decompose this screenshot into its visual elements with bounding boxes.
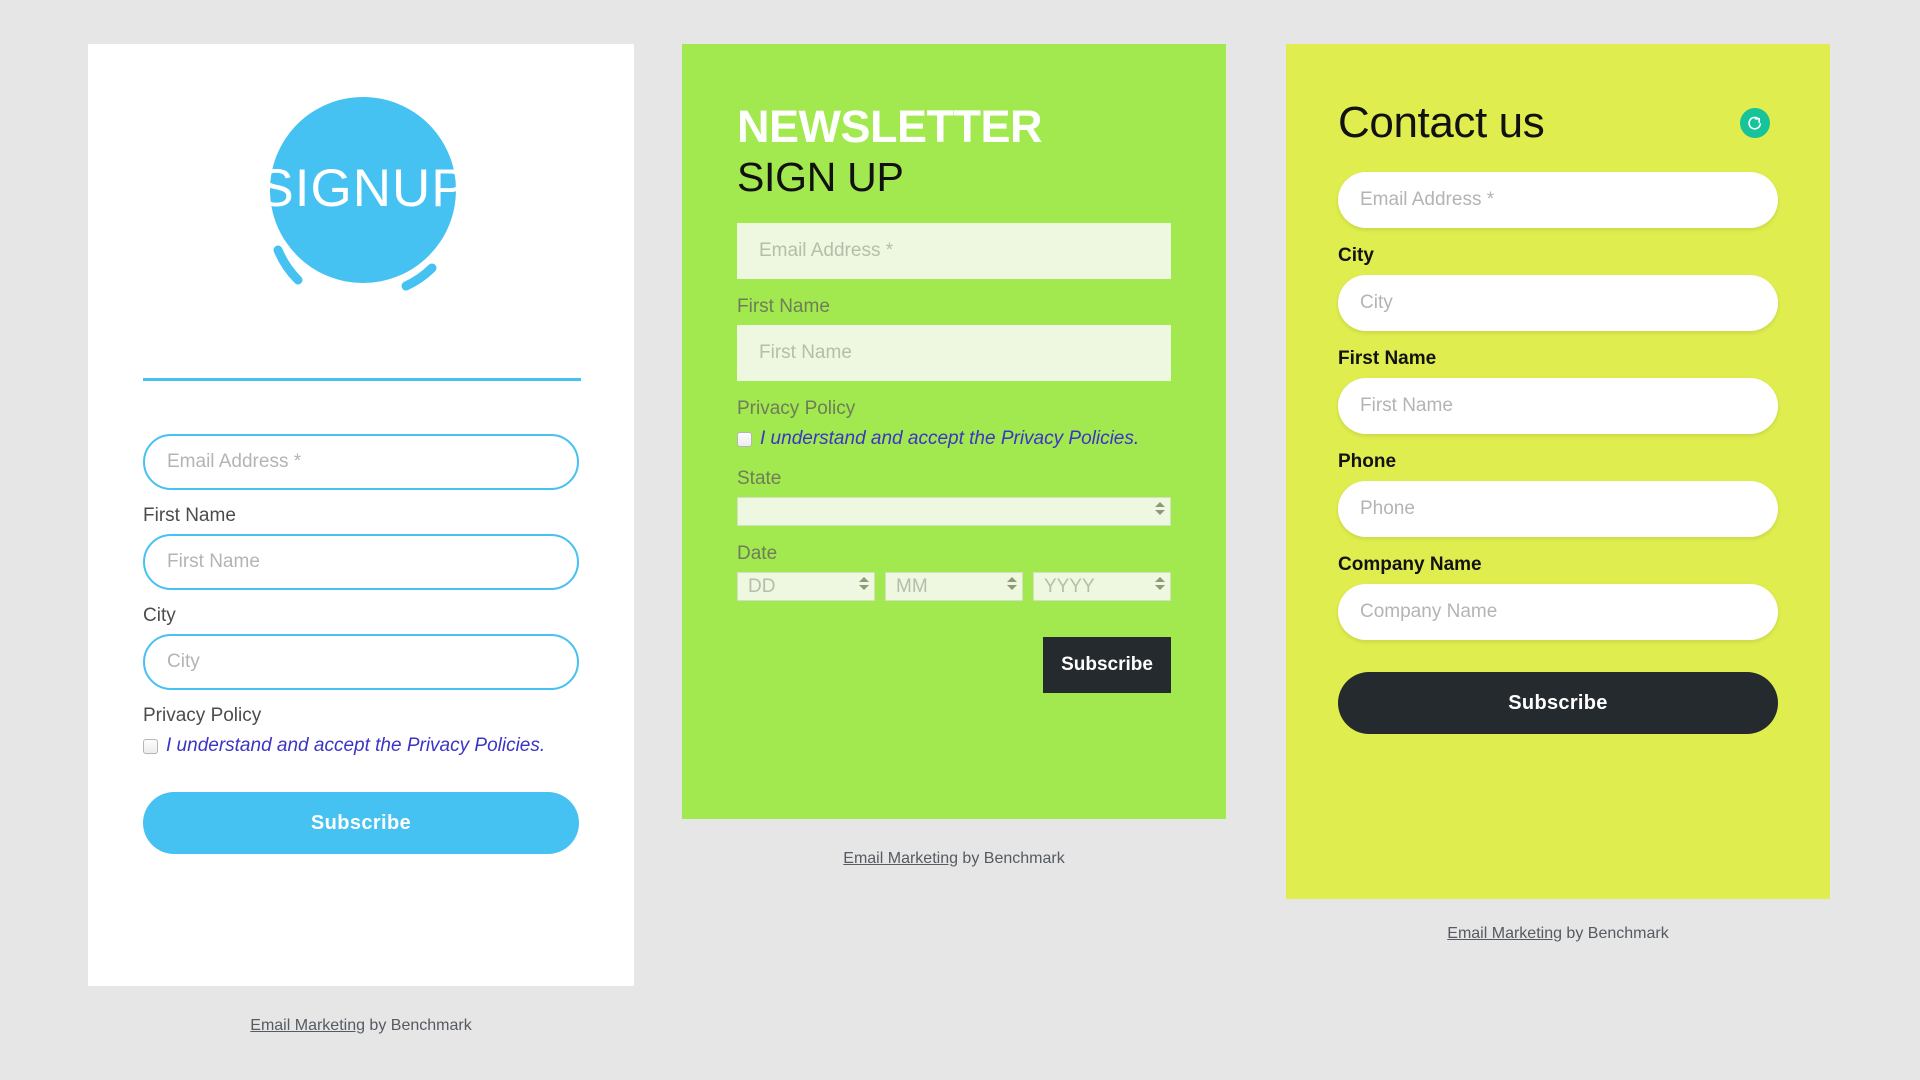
footer-credit: Email Marketing by Benchmark xyxy=(88,1016,634,1036)
city-input[interactable]: City xyxy=(1338,275,1778,331)
newsletter-title-secondary: SIGN UP xyxy=(737,154,904,200)
date-month-select[interactable]: MM xyxy=(885,572,1023,601)
footer-credit-suffix: by Benchmark xyxy=(1561,925,1669,942)
first-name-input[interactable]: First Name xyxy=(737,325,1171,381)
privacy-policy-link[interactable]: I understand and accept the Privacy Poli… xyxy=(760,427,1139,451)
footer-credit-suffix: by Benchmark xyxy=(957,850,1065,867)
date-month-value: MM xyxy=(896,576,928,597)
footer-credit: Email Marketing by Benchmark xyxy=(682,849,1226,869)
chevron-updown-icon xyxy=(1155,577,1165,597)
state-select[interactable] xyxy=(737,497,1171,526)
phone-label: Phone xyxy=(1338,451,1397,472)
privacy-policy-checkbox[interactable] xyxy=(143,738,158,754)
city-label: City xyxy=(1338,245,1374,266)
date-day-select[interactable]: DD xyxy=(737,572,875,601)
email-marketing-link[interactable]: Email Marketing xyxy=(250,1017,365,1034)
date-day-value: DD xyxy=(748,576,776,597)
first-name-label: First Name xyxy=(143,505,236,526)
privacy-policy-row: I understand and accept the Privacy Poli… xyxy=(143,734,579,758)
signup-logo: SIGNUP xyxy=(88,68,634,338)
page-title: Contact us xyxy=(1338,98,1545,147)
footer-credit-suffix: by Benchmark xyxy=(364,1017,472,1034)
privacy-policy-checkbox[interactable] xyxy=(737,431,752,447)
first-name-input[interactable]: First Name xyxy=(1338,378,1778,434)
email-input[interactable]: Email Address * xyxy=(143,434,579,490)
signup-form-card: SIGNUP Email Address * First Name First … xyxy=(88,44,634,986)
first-name-label: First Name xyxy=(1338,348,1437,369)
newsletter-form-card: NEWSLETTER SIGN UP Email Address * First… xyxy=(682,44,1226,819)
contact-form-card: Contact us Email Address * City City Fir… xyxy=(1286,44,1830,899)
city-field-group: City City xyxy=(88,604,634,690)
city-input[interactable]: City xyxy=(143,634,579,690)
newsletter-form-body: NEWSLETTER SIGN UP Email Address * First… xyxy=(682,44,1226,693)
left-form-body: Email Address * First Name First Name Ci… xyxy=(88,434,634,854)
company-name-label: Company Name xyxy=(1338,554,1482,575)
first-name-label: First Name xyxy=(737,296,830,317)
email-input[interactable]: Email Address * xyxy=(737,223,1171,279)
contact-form-header: Contact us xyxy=(1338,96,1778,150)
footer-credit: Email Marketing by Benchmark xyxy=(1286,924,1830,944)
chevron-updown-icon xyxy=(859,577,869,597)
email-field-group: Email Address * xyxy=(88,434,634,490)
email-marketing-link[interactable]: Email Marketing xyxy=(843,850,958,867)
privacy-policy-row: I understand and accept the Privacy Poli… xyxy=(737,427,1171,451)
privacy-policy-link[interactable]: I understand and accept the Privacy Poli… xyxy=(166,734,545,758)
date-select-group: DD MM YYYY xyxy=(737,572,1171,601)
newsletter-title-primary: NEWSLETTER xyxy=(737,101,1043,152)
subscribe-button[interactable]: Subscribe xyxy=(1043,637,1171,693)
city-label: City xyxy=(143,605,176,626)
signup-logo-text: SIGNUP xyxy=(258,159,467,218)
date-year-select[interactable]: YYYY xyxy=(1033,572,1171,601)
contact-form-body: Contact us Email Address * City City Fir… xyxy=(1286,44,1830,734)
subscribe-button[interactable]: Subscribe xyxy=(1338,672,1778,734)
privacy-policy-label: Privacy Policy xyxy=(737,398,856,419)
divider xyxy=(143,378,581,381)
email-input[interactable]: Email Address * xyxy=(1338,172,1778,228)
privacy-policy-label: Privacy Policy xyxy=(143,705,262,726)
subscribe-button[interactable]: Subscribe xyxy=(143,792,579,854)
chevron-updown-icon xyxy=(1155,502,1165,522)
privacy-policy-group: Privacy Policy I understand and accept t… xyxy=(88,704,634,758)
email-marketing-link[interactable]: Email Marketing xyxy=(1447,925,1562,942)
signup-logo-icon: SIGNUP xyxy=(258,97,467,291)
chevron-updown-icon xyxy=(1007,577,1017,597)
date-label: Date xyxy=(737,543,778,564)
first-name-field-group: First Name First Name xyxy=(88,504,634,590)
state-label: State xyxy=(737,468,782,489)
company-name-input[interactable]: Company Name xyxy=(1338,584,1778,640)
date-year-value: YYYY xyxy=(1044,576,1095,597)
first-name-input[interactable]: First Name xyxy=(143,534,579,590)
phone-input[interactable]: Phone xyxy=(1338,481,1778,537)
refresh-icon[interactable] xyxy=(1740,108,1770,138)
page-root: SIGNUP Email Address * First Name First … xyxy=(0,0,1920,1080)
